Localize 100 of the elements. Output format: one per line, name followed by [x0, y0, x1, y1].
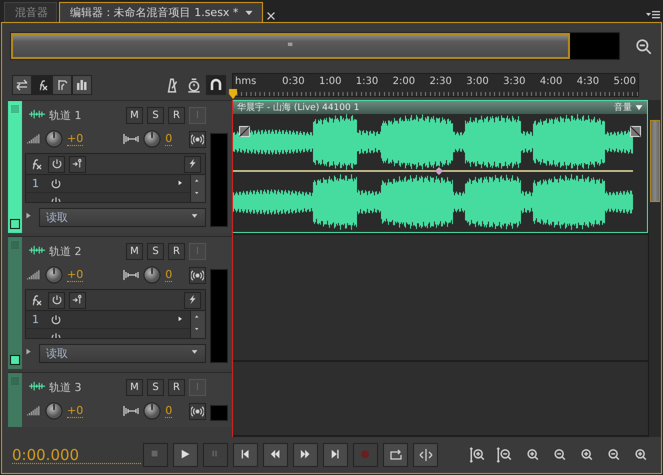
- dropdown-icon[interactable]: [635, 104, 643, 112]
- ruler-label: 0:30: [281, 75, 306, 87]
- pan-knob[interactable]: [143, 130, 162, 148]
- ruler-label: 4:00: [538, 75, 564, 87]
- switch-view-button[interactable]: [12, 75, 32, 95]
- skip-selection-button[interactable]: [413, 443, 438, 467]
- time-ruler[interactable]: hms 0:30 1:00 1:30 2:00 2:30 3:00 3:30 4:00 4:30 5:00: [232, 73, 639, 97]
- rewind-button[interactable]: [263, 443, 288, 467]
- track-select-box[interactable]: [10, 219, 20, 229]
- fx-icon: [30, 293, 44, 307]
- track-select-box[interactable]: [10, 355, 20, 365]
- zoom-out-icon[interactable]: [634, 37, 652, 55]
- pre-fader-button[interactable]: [69, 292, 86, 308]
- automation-mode-dropdown[interactable]: 读取: [39, 208, 206, 226]
- bars-icon: [75, 78, 89, 92]
- record-arm-button[interactable]: R: [168, 242, 185, 260]
- editor-tab[interactable]: 混音器: [4, 2, 57, 22]
- audio-clip[interactable]: 华晨宇 - 山海 (Live) 44100 1 音量: [232, 100, 648, 233]
- play-icon: [180, 449, 192, 461]
- pan-value[interactable]: 0: [165, 268, 172, 282]
- solo-button[interactable]: S: [147, 378, 164, 396]
- track-name[interactable]: 轨道 3: [49, 380, 122, 394]
- fx-icon: [30, 157, 44, 171]
- ruler-label: 4:30: [576, 75, 600, 87]
- envelope-label[interactable]: 音量: [614, 101, 632, 114]
- effects-button[interactable]: [32, 75, 52, 95]
- power-icon[interactable]: [50, 314, 62, 326]
- output-button[interactable]: [189, 130, 206, 148]
- solo-button[interactable]: S: [147, 106, 164, 124]
- fast-forward-button[interactable]: [293, 443, 318, 467]
- arrow-person-icon: [72, 158, 84, 170]
- stop-button[interactable]: [143, 443, 168, 467]
- loop-icon: [388, 448, 403, 462]
- eq-button[interactable]: [72, 75, 92, 95]
- grip-icon[interactable]: [11, 241, 19, 249]
- record-icon: [360, 449, 372, 461]
- play-button[interactable]: [173, 443, 198, 467]
- automation-mode-dropdown[interactable]: 读取: [39, 344, 206, 362]
- effect-slot[interactable]: 1: [26, 175, 190, 193]
- pan-value[interactable]: 0: [165, 132, 172, 146]
- volume-knob[interactable]: [45, 266, 63, 284]
- ruler-label: 3:00: [465, 75, 490, 87]
- fade-out-handle-icon[interactable]: [630, 126, 641, 137]
- pan-knob[interactable]: [143, 402, 162, 420]
- volume-value[interactable]: +0: [67, 132, 84, 146]
- volume-envelope-line[interactable]: [233, 167, 633, 175]
- fade-in-handle-icon[interactable]: [239, 126, 250, 137]
- broadcast-icon: [191, 132, 204, 146]
- loop-button[interactable]: [383, 443, 408, 467]
- slot-scrollbar[interactable]: [190, 311, 205, 338]
- volume-value[interactable]: +0: [67, 268, 84, 282]
- sends-button[interactable]: [52, 75, 72, 95]
- lightning-button[interactable]: [184, 156, 201, 172]
- clip-title: 华晨宇 - 山海 (Live) 44100 1: [237, 102, 360, 114]
- mute-button[interactable]: M: [126, 378, 143, 396]
- editor-tab[interactable]: 编辑器 : 未命名混音项目 1.sesx *: [59, 2, 264, 22]
- volume-knob[interactable]: [45, 130, 63, 148]
- grip-icon[interactable]: [11, 105, 19, 113]
- scrollbar-thumb[interactable]: [650, 120, 660, 202]
- ruler-label: 3:30: [502, 75, 527, 87]
- output-button[interactable]: [189, 402, 206, 420]
- output-button[interactable]: [189, 266, 206, 284]
- ruler-label: 5:00: [612, 75, 637, 87]
- volume-knob[interactable]: [45, 402, 63, 420]
- track-name[interactable]: 轨道 1: [49, 108, 122, 122]
- go-to-end-button[interactable]: [323, 443, 348, 467]
- ruler-label: 1:00: [318, 75, 342, 87]
- track-name[interactable]: 轨道 2: [49, 244, 122, 258]
- slot-number: 1: [32, 313, 40, 326]
- time-display[interactable]: 0:00.000: [12, 446, 142, 464]
- playhead-marker-icon[interactable]: [228, 88, 238, 100]
- skip-icon: [418, 448, 433, 462]
- ruler-label: hms: [234, 75, 258, 87]
- arrow-person-icon: [72, 294, 84, 306]
- power-icon[interactable]: [50, 178, 62, 190]
- slot-number: 1: [32, 177, 40, 190]
- ruler-label: 2:30: [428, 75, 453, 87]
- mute-button[interactable]: M: [126, 106, 143, 124]
- zoom-in-vertical-icon[interactable]: [469, 447, 486, 463]
- fast-forward-icon: [300, 449, 312, 461]
- go-to-start-button[interactable]: [233, 443, 258, 467]
- magnet-icon: [209, 78, 223, 92]
- broadcast-icon: [191, 268, 204, 282]
- effect-slot[interactable]: 1: [26, 311, 190, 329]
- slot-scrollbar[interactable]: [190, 175, 205, 202]
- record-arm-button[interactable]: R: [168, 378, 185, 396]
- lightning-button[interactable]: [184, 292, 201, 308]
- solo-button[interactable]: S: [147, 242, 164, 260]
- pan-knob[interactable]: [143, 266, 162, 284]
- record-arm-button[interactable]: R: [168, 106, 185, 124]
- pre-fader-button[interactable]: [69, 156, 86, 172]
- zoom-out-vertical-icon[interactable]: [496, 447, 512, 463]
- snap-button[interactable]: [206, 75, 226, 95]
- mute-button[interactable]: M: [126, 242, 143, 260]
- grip-icon[interactable]: [11, 377, 19, 385]
- swap-arrows-icon: [15, 78, 29, 92]
- volume-value[interactable]: +0: [67, 404, 84, 418]
- timer-icon[interactable]: [186, 77, 202, 93]
- pan-value[interactable]: 0: [165, 404, 172, 418]
- close-icon[interactable]: [265, 10, 278, 22]
